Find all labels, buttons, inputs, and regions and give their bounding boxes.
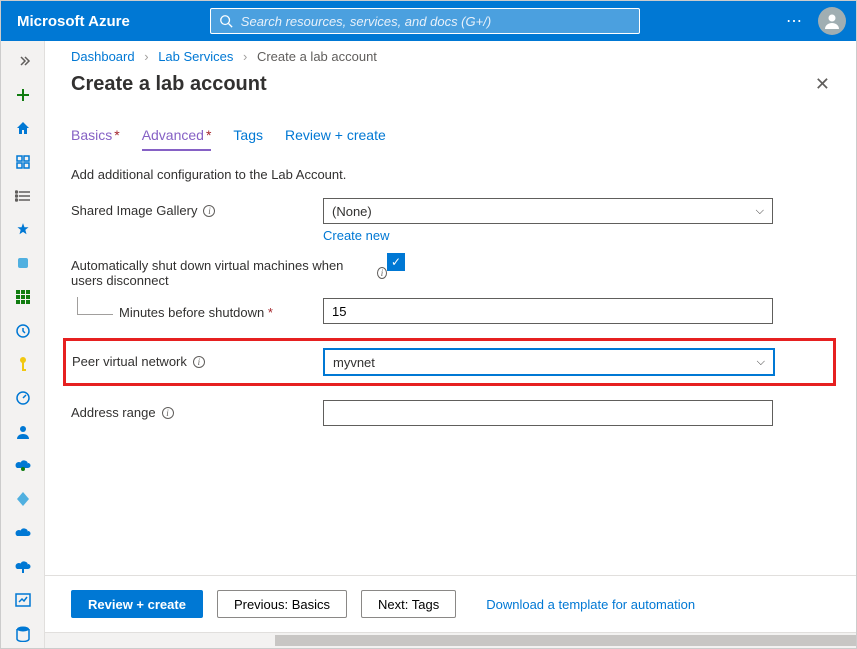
highlight-box: Peer virtual network i myvnet ⌵ xyxy=(63,338,836,386)
tab-review[interactable]: Review + create xyxy=(285,127,386,151)
main-panel: Dashboard › Lab Services › Create a lab … xyxy=(45,41,856,648)
nav-cloud-icon-1[interactable] xyxy=(7,452,39,480)
auto-shutdown-checkbox[interactable]: ✓ xyxy=(387,253,405,271)
nav-create-icon[interactable] xyxy=(7,81,39,109)
shared-gallery-select[interactable]: (None) ⌵ xyxy=(323,198,773,224)
nav-diamond-icon[interactable] xyxy=(7,485,39,513)
nav-service-icon-1[interactable] xyxy=(7,249,39,277)
next-button[interactable]: Next: Tags xyxy=(361,590,456,618)
horizontal-scrollbar[interactable] xyxy=(45,632,856,648)
breadcrumb: Dashboard › Lab Services › Create a lab … xyxy=(45,41,856,66)
chevron-right-icon: › xyxy=(144,49,148,64)
shared-gallery-label: Shared Image Gallery xyxy=(71,203,197,218)
chevron-right-icon: › xyxy=(243,49,247,64)
more-menu-icon[interactable]: ⋯ xyxy=(786,11,804,31)
tab-tags[interactable]: Tags xyxy=(233,127,263,151)
nav-gauge-icon[interactable] xyxy=(7,384,39,412)
nav-cloud-icon-2[interactable] xyxy=(7,519,39,547)
user-avatar[interactable] xyxy=(818,7,846,35)
top-bar: Microsoft Azure ⋯ xyxy=(1,1,856,41)
scroll-thumb[interactable] xyxy=(275,635,856,646)
nav-db-icon[interactable] xyxy=(7,620,39,648)
auto-shutdown-label: Automatically shut down virtual machines… xyxy=(71,258,371,288)
brand-label: Microsoft Azure xyxy=(17,13,130,30)
nav-user-icon[interactable] xyxy=(7,418,39,446)
global-search[interactable] xyxy=(210,8,640,34)
breadcrumb-dashboard[interactable]: Dashboard xyxy=(71,49,135,64)
footer-bar: Review + create Previous: Basics Next: T… xyxy=(45,575,856,632)
tab-basics[interactable]: Basics* xyxy=(71,127,120,151)
tree-line-icon xyxy=(77,297,113,315)
peer-vnet-label: Peer virtual network xyxy=(72,354,187,369)
create-new-link[interactable]: Create new xyxy=(323,228,389,243)
nav-home-icon[interactable] xyxy=(7,114,39,142)
nav-dashboard-icon[interactable] xyxy=(7,148,39,176)
tab-advanced[interactable]: Advanced* xyxy=(142,127,212,151)
nav-chart-icon[interactable] xyxy=(7,587,39,615)
close-icon[interactable]: ✕ xyxy=(811,70,834,99)
peer-vnet-select[interactable]: myvnet ⌵ xyxy=(324,349,774,375)
tabs: Basics* Advanced* Tags Review + create xyxy=(45,109,856,151)
previous-button[interactable]: Previous: Basics xyxy=(217,590,347,618)
nav-expand-icon[interactable] xyxy=(7,47,39,75)
nav-cloud-icon-3[interactable] xyxy=(7,553,39,581)
info-icon[interactable]: i xyxy=(377,267,387,279)
form-description: Add additional configuration to the Lab … xyxy=(71,167,830,182)
minutes-input[interactable] xyxy=(323,298,773,324)
address-range-label: Address range xyxy=(71,405,156,420)
address-range-input[interactable] xyxy=(323,400,773,426)
search-input[interactable] xyxy=(241,14,631,29)
info-icon[interactable]: i xyxy=(162,407,174,419)
nav-grid-icon[interactable] xyxy=(7,283,39,311)
nav-key-icon[interactable] xyxy=(7,350,39,378)
info-icon[interactable]: i xyxy=(203,205,215,217)
nav-star-icon[interactable] xyxy=(7,216,39,244)
breadcrumb-lab-services[interactable]: Lab Services xyxy=(158,49,233,64)
chevron-down-icon: ⌵ xyxy=(756,205,764,218)
page-title: Create a lab account xyxy=(71,73,267,96)
search-icon xyxy=(219,14,233,28)
nav-clock-icon[interactable] xyxy=(7,317,39,345)
chevron-down-icon: ⌵ xyxy=(757,356,765,369)
review-create-button[interactable]: Review + create xyxy=(71,590,203,618)
download-template-link[interactable]: Download a template for automation xyxy=(486,597,695,612)
breadcrumb-current: Create a lab account xyxy=(257,49,377,64)
minutes-label: Minutes before shutdown xyxy=(119,305,264,320)
nav-list-icon[interactable] xyxy=(7,182,39,210)
left-nav xyxy=(1,41,45,648)
info-icon[interactable]: i xyxy=(193,356,205,368)
